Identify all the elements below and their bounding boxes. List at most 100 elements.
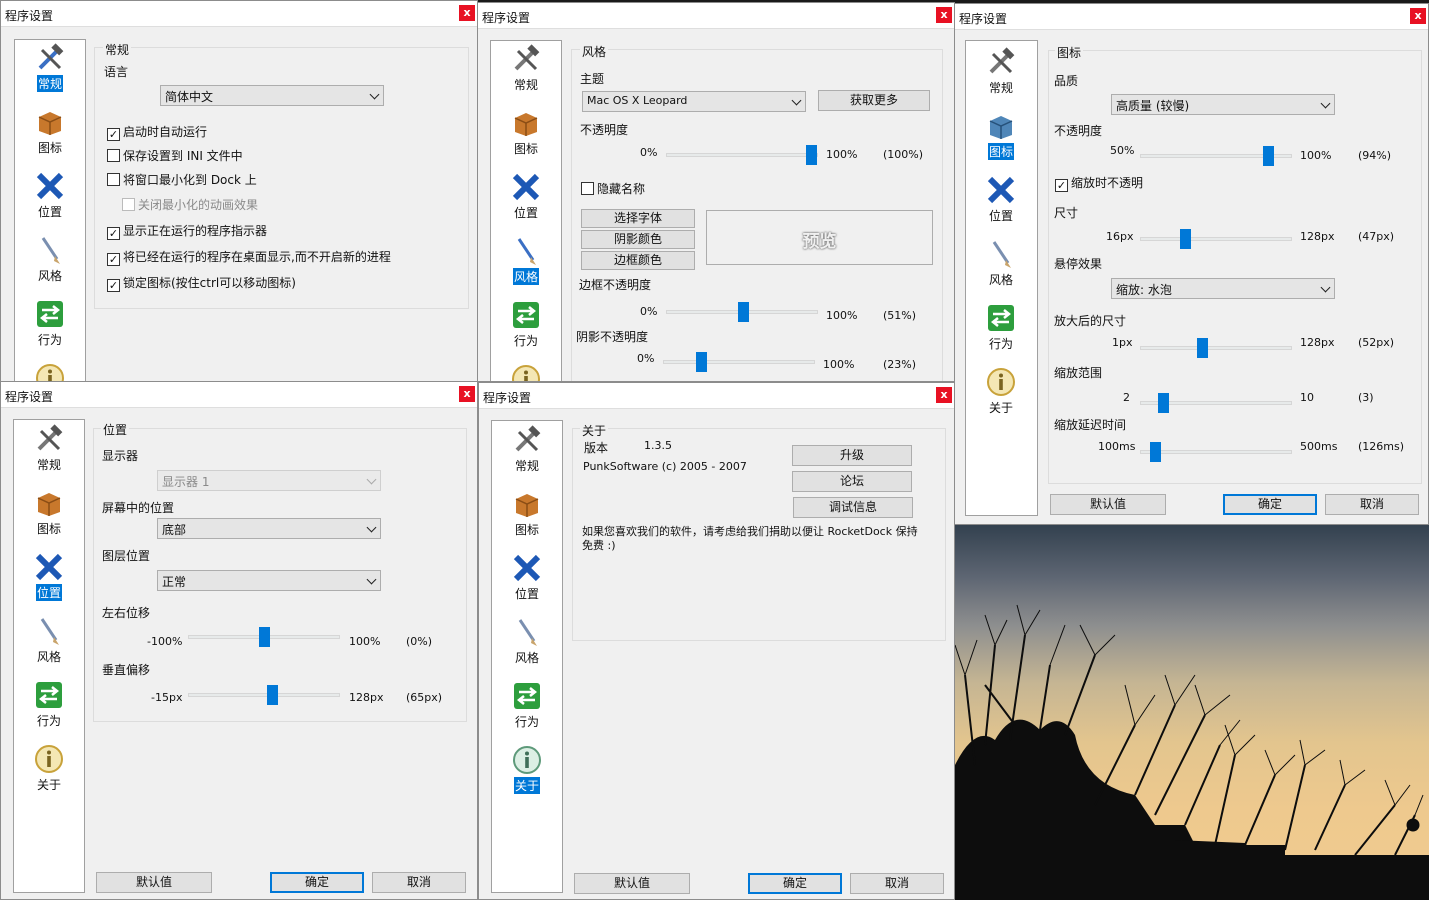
choose-font-button[interactable]: 选择字体 bbox=[581, 209, 695, 228]
slider-min: 1px bbox=[1112, 336, 1133, 349]
icon-opacity-slider[interactable] bbox=[1140, 146, 1292, 166]
defaults-button[interactable]: 默认值 bbox=[1050, 494, 1166, 515]
nav-position[interactable]: 位置 bbox=[966, 175, 1036, 224]
nav-general[interactable]: 常规 bbox=[966, 47, 1036, 96]
border-opacity-slider[interactable] bbox=[666, 302, 818, 322]
general-groupbox: 常规 语言 简体中文 ✓ 启动时自动运行 保存设置到 INI 文件中 将窗口最小化… bbox=[94, 41, 469, 309]
debug-info-button[interactable]: 调试信息 bbox=[793, 497, 913, 518]
layer-dropdown[interactable]: 正常 bbox=[157, 570, 381, 591]
forum-button[interactable]: 论坛 bbox=[792, 471, 912, 492]
slider-thumb[interactable] bbox=[1150, 442, 1161, 462]
nav-about[interactable]: 关于 bbox=[492, 745, 562, 794]
slider-max: 100% bbox=[826, 309, 858, 322]
vertical-offset-slider[interactable] bbox=[188, 685, 340, 705]
defaults-button[interactable]: 默认值 bbox=[96, 872, 212, 893]
upgrade-button[interactable]: 升级 bbox=[792, 445, 912, 466]
nav-icons[interactable]: 图标 bbox=[966, 111, 1036, 160]
nav-behavior[interactable]: 行为 bbox=[491, 300, 561, 349]
nav-behavior[interactable]: 行为 bbox=[492, 681, 562, 730]
nav-general[interactable]: 常规 bbox=[15, 43, 85, 92]
horizontal-offset-slider[interactable] bbox=[188, 627, 340, 647]
save-ini-checkbox[interactable]: 保存设置到 INI 文件中 bbox=[107, 147, 243, 163]
running-indicator-checkbox[interactable]: ✓ 显示正在运行的程序指示器 bbox=[107, 222, 267, 240]
nav-style[interactable]: 风格 bbox=[492, 617, 562, 666]
slider-thumb[interactable] bbox=[806, 145, 817, 165]
slider-thumb[interactable] bbox=[1158, 393, 1169, 413]
close-button[interactable]: x bbox=[459, 386, 475, 402]
lock-icons-checkbox[interactable]: ✓ 锁定图标(按住ctrl可以移动图标) bbox=[107, 274, 296, 292]
slider-thumb[interactable] bbox=[1263, 146, 1274, 166]
cancel-button[interactable]: 取消 bbox=[850, 873, 944, 894]
zoom-range-slider[interactable] bbox=[1140, 393, 1292, 413]
ok-button[interactable]: 确定 bbox=[270, 872, 364, 893]
border-color-button[interactable]: 边框颜色 bbox=[581, 251, 695, 270]
quality-dropdown[interactable]: 高质量 (较慢) bbox=[1111, 94, 1335, 115]
nav-general[interactable]: 常规 bbox=[492, 425, 562, 474]
slider-thumb[interactable] bbox=[1197, 338, 1208, 358]
cancel-button[interactable]: 取消 bbox=[1325, 494, 1419, 515]
language-dropdown[interactable]: 简体中文 bbox=[160, 85, 384, 106]
auto-start-checkbox[interactable]: ✓ 启动时自动运行 bbox=[107, 123, 207, 141]
nav-about[interactable]: 关于 bbox=[491, 364, 561, 381]
nav-about[interactable]: 关于 bbox=[15, 363, 85, 381]
close-button[interactable]: x bbox=[459, 5, 475, 21]
nav-about[interactable]: 关于 bbox=[966, 367, 1036, 416]
slider-value: (100%) bbox=[883, 148, 924, 161]
shadow-opacity-slider[interactable] bbox=[663, 352, 815, 372]
nav-behavior[interactable]: 行为 bbox=[14, 680, 84, 729]
show-running-on-desktop-checkbox[interactable]: ✓ 将已经在运行的程序在桌面显示,而不开启新的进程 bbox=[107, 248, 391, 266]
close-button[interactable]: x bbox=[1410, 8, 1426, 24]
get-more-button[interactable]: 获取更多 bbox=[818, 90, 930, 111]
swap-arrows-icon bbox=[36, 682, 62, 708]
ok-button[interactable]: 确定 bbox=[748, 873, 842, 894]
nav-general[interactable]: 常规 bbox=[14, 424, 84, 473]
nav-label: 行为 bbox=[513, 334, 538, 348]
preview-text: 预览 bbox=[802, 232, 837, 252]
nav-behavior[interactable]: 行为 bbox=[966, 303, 1036, 352]
nav-general[interactable]: 常规 bbox=[491, 44, 561, 93]
slider-thumb[interactable] bbox=[267, 685, 278, 705]
slider-max: 100% bbox=[349, 635, 381, 648]
nav-behavior[interactable]: 行为 bbox=[15, 299, 85, 348]
theme-dropdown[interactable]: Mac OS X Leopard bbox=[582, 91, 806, 112]
close-button[interactable]: x bbox=[936, 7, 952, 23]
slider-value: (23%) bbox=[883, 358, 917, 371]
nav-position[interactable]: 位置 bbox=[491, 172, 561, 221]
slider-thumb[interactable] bbox=[738, 302, 749, 322]
nav-style[interactable]: 风格 bbox=[14, 616, 84, 665]
monitor-dropdown: 显示器 1 bbox=[157, 470, 381, 491]
nav-style[interactable]: 风格 bbox=[15, 235, 85, 284]
shadow-color-button[interactable]: 阴影颜色 bbox=[581, 230, 695, 249]
nav-style[interactable]: 风格 bbox=[491, 236, 561, 285]
info-icon bbox=[987, 368, 1015, 396]
ok-button[interactable]: 确定 bbox=[1223, 494, 1317, 515]
zoom-delay-slider[interactable] bbox=[1140, 442, 1292, 462]
nav-position[interactable]: 位置 bbox=[14, 552, 84, 601]
nav-label: 风格 bbox=[988, 273, 1013, 287]
nav-icons[interactable]: 图标 bbox=[491, 108, 561, 157]
slider-min: 0% bbox=[637, 352, 655, 365]
nav-style[interactable]: 风格 bbox=[966, 239, 1036, 288]
minimize-to-dock-checkbox[interactable]: 将窗口最小化到 Dock 上 bbox=[107, 171, 257, 187]
opacity-slider[interactable] bbox=[666, 145, 818, 165]
close-button[interactable]: x bbox=[936, 387, 952, 403]
slider-max: 128px bbox=[1300, 336, 1335, 349]
screen-position-dropdown[interactable]: 底部 bbox=[157, 518, 381, 539]
nav-about[interactable]: 关于 bbox=[14, 744, 84, 793]
nav-position[interactable]: 位置 bbox=[15, 171, 85, 220]
zoom-size-slider[interactable] bbox=[1140, 338, 1292, 358]
cancel-button[interactable]: 取消 bbox=[372, 872, 466, 893]
hover-effect-dropdown[interactable]: 缩放: 水泡 bbox=[1111, 278, 1335, 299]
slider-thumb[interactable] bbox=[259, 627, 270, 647]
nav-icons[interactable]: 图标 bbox=[15, 107, 85, 156]
nav-icons[interactable]: 图标 bbox=[14, 488, 84, 537]
slider-thumb[interactable] bbox=[696, 352, 707, 372]
nav-position[interactable]: 位置 bbox=[492, 553, 562, 602]
slider-value: (126ms) bbox=[1358, 440, 1405, 453]
nav-icons[interactable]: 图标 bbox=[492, 489, 562, 538]
size-slider[interactable] bbox=[1140, 229, 1292, 249]
slider-thumb[interactable] bbox=[1180, 229, 1191, 249]
hide-labels-checkbox[interactable]: 隐藏名称 bbox=[581, 180, 645, 196]
zoom-opaque-checkbox[interactable]: ✓ 缩放时不透明 bbox=[1055, 174, 1143, 192]
defaults-button[interactable]: 默认值 bbox=[574, 873, 690, 894]
